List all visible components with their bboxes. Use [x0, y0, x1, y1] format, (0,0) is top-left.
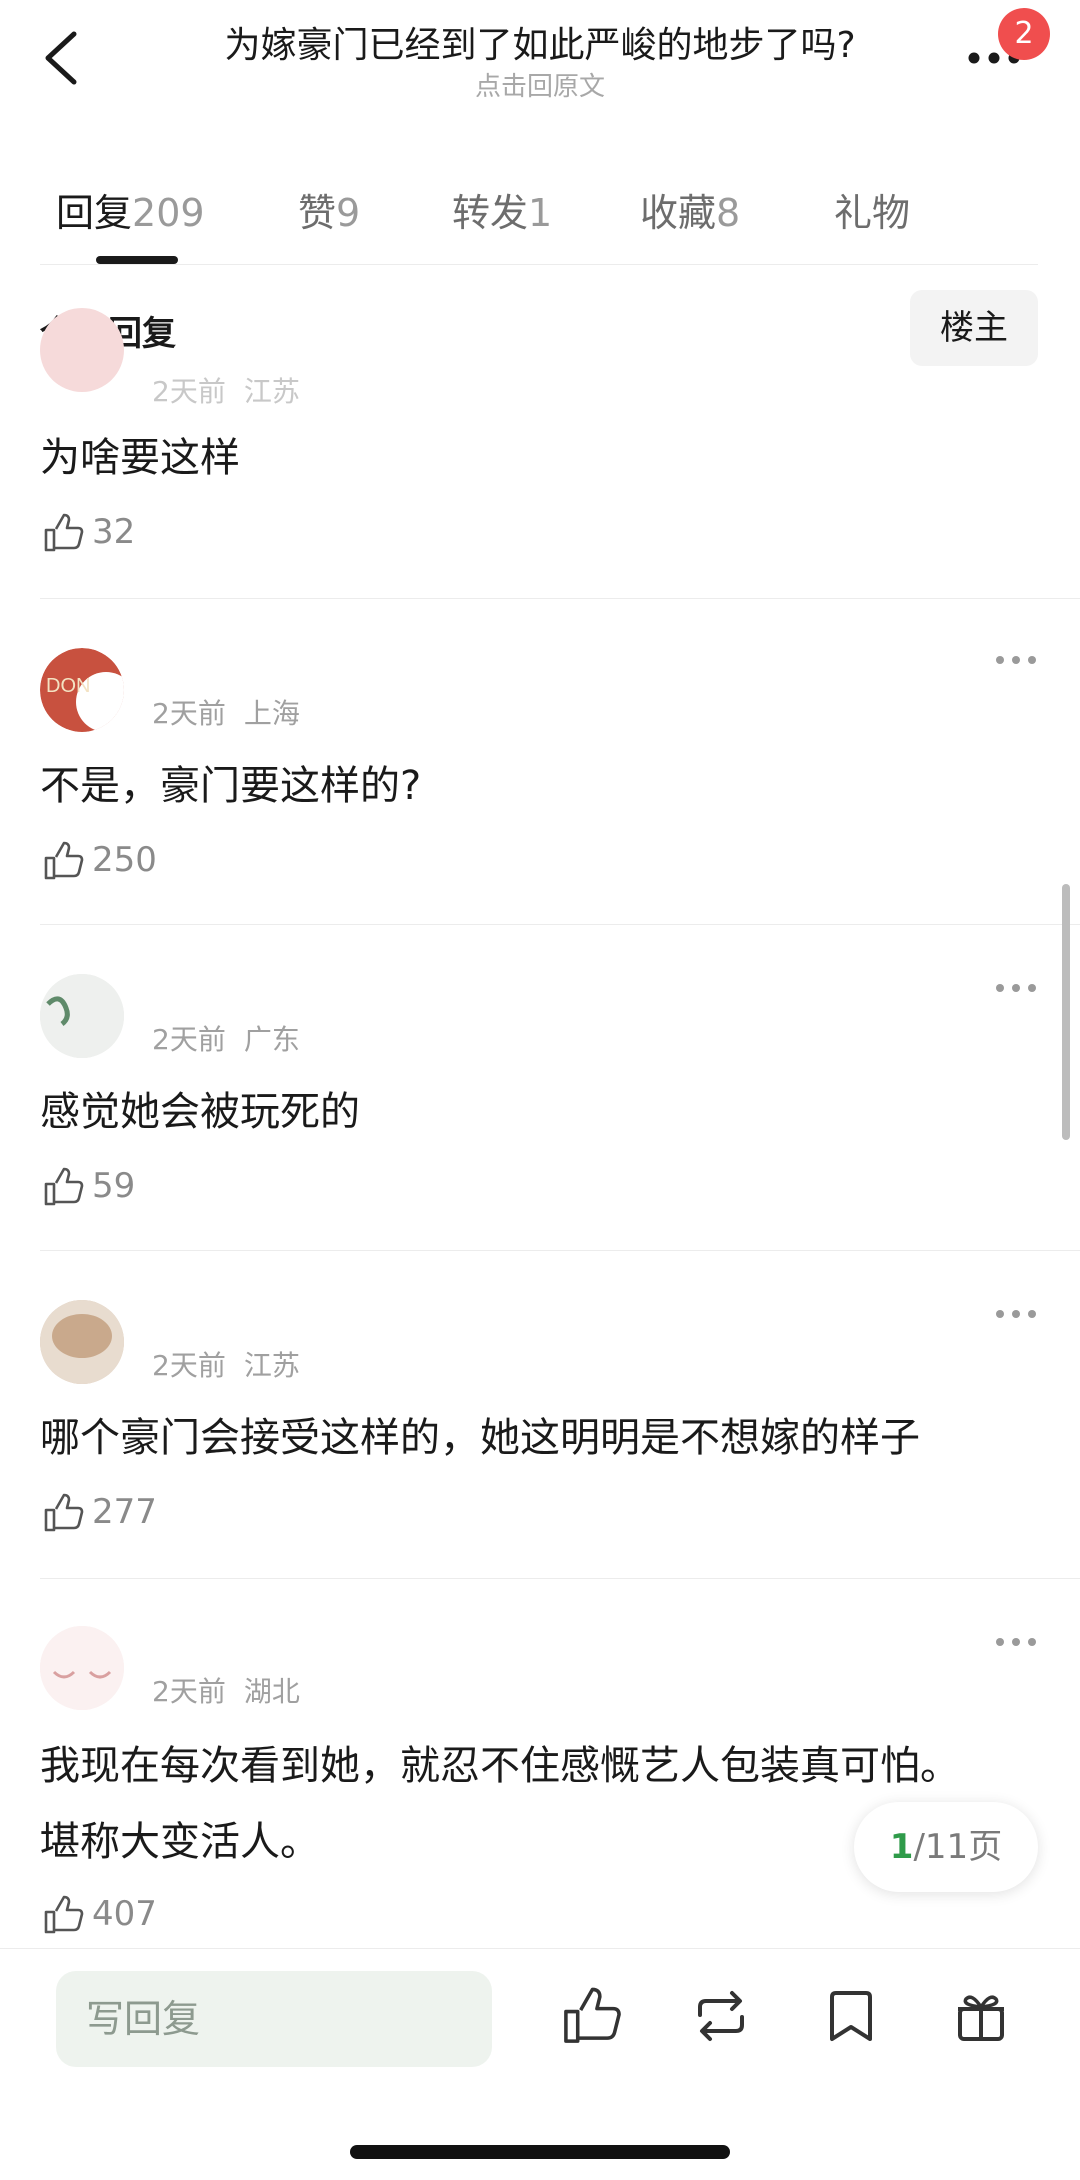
gift-icon[interactable] — [950, 1985, 1012, 2047]
comment-location: 江苏 — [243, 375, 300, 408]
comment-location: 广东 — [243, 1023, 300, 1056]
tab-count: 1 — [528, 191, 553, 235]
thumbs-up-icon — [44, 1493, 84, 1532]
comment-more-icon[interactable] — [994, 1634, 1038, 1650]
active-tab-indicator — [96, 256, 178, 264]
tab-likes[interactable]: 赞9 — [298, 182, 360, 237]
like-count: 59 — [92, 1166, 136, 1206]
comment-time: 2天前 — [152, 697, 226, 730]
total-pages: /11页 — [913, 1827, 1003, 1867]
page-indicator[interactable]: 1/11页 — [854, 1802, 1038, 1892]
tab-replies[interactable]: 回复209 — [56, 182, 205, 237]
comment-more-icon[interactable] — [994, 980, 1038, 996]
comment-time: 2天前 — [152, 375, 226, 408]
reply-input[interactable]: 写回复 — [56, 1971, 492, 2067]
comment-time: 2天前 — [152, 1023, 226, 1056]
comment-text[interactable]: 不是，豪门要这样的? — [40, 748, 960, 824]
tab-favorites[interactable]: 收藏8 — [640, 182, 740, 237]
avatar[interactable] — [40, 1300, 124, 1384]
comment-meta: 2天前 广东 — [152, 1018, 300, 1058]
top-bar: 为嫁豪门已经到了如此严峻的地步了吗? 点击回原文 2 — [0, 0, 1080, 120]
comment-location: 上海 — [243, 697, 300, 730]
comment-location: 湖北 — [243, 1675, 300, 1708]
avatar[interactable] — [40, 308, 124, 392]
tab-label: 礼物 — [834, 191, 911, 235]
tab-bar: 回复209 赞9 转发1 收藏8 礼物 — [0, 170, 1080, 270]
tab-count: 9 — [336, 191, 361, 235]
divider — [40, 598, 1080, 599]
avatar[interactable] — [40, 1626, 124, 1710]
comment-meta: 2天前 湖北 — [152, 1670, 300, 1710]
comment-time: 2天前 — [152, 1349, 226, 1382]
comment-more-icon[interactable] — [994, 652, 1038, 668]
comment-text[interactable]: 感觉她会被玩死的 — [40, 1074, 960, 1150]
page-title[interactable]: 为嫁豪门已经到了如此严峻的地步了吗? — [160, 16, 920, 68]
notification-badge: 2 — [998, 8, 1050, 60]
comment-text[interactable]: 为啥要这样 — [40, 420, 960, 496]
comment-location: 江苏 — [243, 1349, 300, 1382]
like-count: 32 — [92, 512, 136, 552]
divider — [40, 1250, 1080, 1251]
scrollbar[interactable] — [1062, 884, 1070, 1140]
bottom-action-bar: 写回复 — [0, 1948, 1080, 2180]
comment-meta: 2天前 上海 — [152, 692, 300, 732]
comment-time: 2天前 — [152, 1675, 226, 1708]
thumbs-up-icon — [44, 1167, 84, 1206]
like-post-icon[interactable] — [560, 1985, 622, 2047]
like-count: 277 — [92, 1492, 157, 1532]
avatar[interactable]: DON — [40, 648, 124, 732]
back-arrow-icon[interactable] — [38, 28, 88, 88]
tab-reposts[interactable]: 转发1 — [452, 182, 552, 237]
thumbs-up-icon — [44, 841, 84, 880]
comment-text[interactable]: 我现在每次看到她，就忍不住感慨艺人包装真可怕。堪称大变活人。 — [40, 1728, 980, 1880]
home-indicator[interactable] — [350, 2145, 730, 2159]
tab-label: 赞 — [298, 191, 337, 235]
svg-text:DON: DON — [46, 675, 90, 697]
current-page: 1 — [889, 1827, 914, 1867]
divider — [40, 1578, 1080, 1579]
back-to-original-link[interactable]: 点击回原文 — [160, 66, 920, 103]
comment-meta: 2天前 江苏 — [152, 370, 300, 410]
like-count: 250 — [92, 840, 157, 880]
repost-icon[interactable] — [690, 1985, 752, 2047]
comment-text[interactable]: 哪个豪门会接受这样的，她这明明是不想嫁的样子 — [40, 1400, 1020, 1476]
tab-count: 8 — [716, 191, 741, 235]
tab-label: 收藏 — [640, 191, 717, 235]
tab-label: 回复 — [56, 191, 133, 235]
divider — [40, 264, 1038, 265]
thumbs-up-icon — [44, 1895, 84, 1934]
owner-only-button[interactable]: 楼主 — [910, 290, 1038, 366]
thumbs-up-icon — [44, 513, 84, 552]
tab-count: 209 — [132, 191, 205, 235]
avatar[interactable] — [40, 974, 124, 1058]
bookmark-icon[interactable] — [820, 1985, 882, 2047]
comment-meta: 2天前 江苏 — [152, 1344, 300, 1384]
like-count: 407 — [92, 1894, 157, 1934]
comment-more-icon[interactable] — [994, 1306, 1038, 1322]
tab-gifts[interactable]: 礼物 — [834, 182, 910, 237]
divider — [40, 924, 1080, 925]
tab-label: 转发 — [452, 191, 529, 235]
